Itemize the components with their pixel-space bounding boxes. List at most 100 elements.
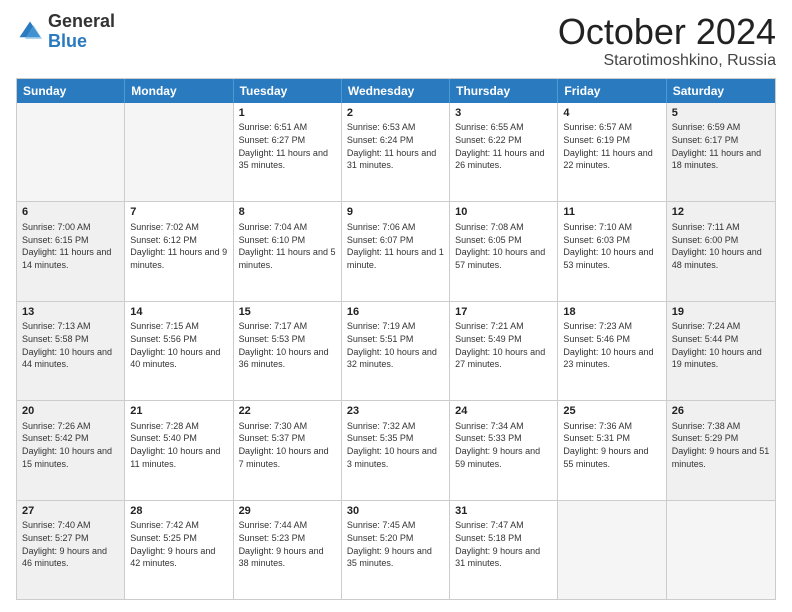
calendar-cell: 13Sunrise: 7:13 AM Sunset: 5:58 PM Dayli…	[17, 302, 125, 400]
logo-icon	[16, 18, 44, 46]
day-number: 12	[672, 205, 770, 220]
calendar-cell	[17, 103, 125, 201]
calendar-cell: 8Sunrise: 7:04 AM Sunset: 6:10 PM Daylig…	[234, 202, 342, 300]
weekday-header-sunday: Sunday	[17, 79, 125, 103]
day-info: Sunrise: 7:34 AM Sunset: 5:33 PM Dayligh…	[455, 420, 552, 470]
day-info: Sunrise: 7:13 AM Sunset: 5:58 PM Dayligh…	[22, 320, 119, 370]
day-info: Sunrise: 7:45 AM Sunset: 5:20 PM Dayligh…	[347, 519, 444, 569]
day-info: Sunrise: 7:28 AM Sunset: 5:40 PM Dayligh…	[130, 420, 227, 470]
calendar-cell: 30Sunrise: 7:45 AM Sunset: 5:20 PM Dayli…	[342, 501, 450, 599]
calendar-cell: 3Sunrise: 6:55 AM Sunset: 6:22 PM Daylig…	[450, 103, 558, 201]
day-number: 26	[672, 404, 770, 419]
calendar-header: SundayMondayTuesdayWednesdayThursdayFrid…	[17, 79, 775, 103]
day-info: Sunrise: 7:21 AM Sunset: 5:49 PM Dayligh…	[455, 320, 552, 370]
day-number: 30	[347, 504, 444, 519]
day-number: 14	[130, 305, 227, 320]
day-info: Sunrise: 7:47 AM Sunset: 5:18 PM Dayligh…	[455, 519, 552, 569]
day-info: Sunrise: 6:59 AM Sunset: 6:17 PM Dayligh…	[672, 121, 770, 171]
day-number: 10	[455, 205, 552, 220]
calendar-cell: 12Sunrise: 7:11 AM Sunset: 6:00 PM Dayli…	[667, 202, 775, 300]
day-info: Sunrise: 6:51 AM Sunset: 6:27 PM Dayligh…	[239, 121, 336, 171]
day-number: 11	[563, 205, 660, 220]
calendar-cell	[125, 103, 233, 201]
title-location: Starotimoshkino, Russia	[558, 52, 776, 70]
day-number: 22	[239, 404, 336, 419]
calendar-row-3: 13Sunrise: 7:13 AM Sunset: 5:58 PM Dayli…	[17, 301, 775, 400]
day-info: Sunrise: 7:26 AM Sunset: 5:42 PM Dayligh…	[22, 420, 119, 470]
logo-text: General Blue	[48, 12, 115, 52]
calendar-cell: 4Sunrise: 6:57 AM Sunset: 6:19 PM Daylig…	[558, 103, 666, 201]
calendar-cell	[667, 501, 775, 599]
calendar-cell: 28Sunrise: 7:42 AM Sunset: 5:25 PM Dayli…	[125, 501, 233, 599]
day-number: 18	[563, 305, 660, 320]
day-info: Sunrise: 7:02 AM Sunset: 6:12 PM Dayligh…	[130, 221, 227, 271]
title-month: October 2024	[558, 12, 776, 52]
calendar-cell: 29Sunrise: 7:44 AM Sunset: 5:23 PM Dayli…	[234, 501, 342, 599]
day-number: 1	[239, 106, 336, 121]
day-info: Sunrise: 7:42 AM Sunset: 5:25 PM Dayligh…	[130, 519, 227, 569]
day-number: 19	[672, 305, 770, 320]
calendar-cell: 6Sunrise: 7:00 AM Sunset: 6:15 PM Daylig…	[17, 202, 125, 300]
calendar-cell: 27Sunrise: 7:40 AM Sunset: 5:27 PM Dayli…	[17, 501, 125, 599]
calendar-cell: 24Sunrise: 7:34 AM Sunset: 5:33 PM Dayli…	[450, 401, 558, 499]
calendar-cell: 15Sunrise: 7:17 AM Sunset: 5:53 PM Dayli…	[234, 302, 342, 400]
day-number: 8	[239, 205, 336, 220]
day-number: 2	[347, 106, 444, 121]
calendar-cell: 21Sunrise: 7:28 AM Sunset: 5:40 PM Dayli…	[125, 401, 233, 499]
calendar-cell: 18Sunrise: 7:23 AM Sunset: 5:46 PM Dayli…	[558, 302, 666, 400]
day-info: Sunrise: 7:10 AM Sunset: 6:03 PM Dayligh…	[563, 221, 660, 271]
day-number: 23	[347, 404, 444, 419]
weekday-header-saturday: Saturday	[667, 79, 775, 103]
day-info: Sunrise: 7:17 AM Sunset: 5:53 PM Dayligh…	[239, 320, 336, 370]
day-info: Sunrise: 7:23 AM Sunset: 5:46 PM Dayligh…	[563, 320, 660, 370]
day-info: Sunrise: 7:32 AM Sunset: 5:35 PM Dayligh…	[347, 420, 444, 470]
weekday-header-tuesday: Tuesday	[234, 79, 342, 103]
calendar-body: 1Sunrise: 6:51 AM Sunset: 6:27 PM Daylig…	[17, 103, 775, 599]
calendar-cell: 2Sunrise: 6:53 AM Sunset: 6:24 PM Daylig…	[342, 103, 450, 201]
calendar-cell: 11Sunrise: 7:10 AM Sunset: 6:03 PM Dayli…	[558, 202, 666, 300]
calendar-cell: 1Sunrise: 6:51 AM Sunset: 6:27 PM Daylig…	[234, 103, 342, 201]
calendar-cell: 5Sunrise: 6:59 AM Sunset: 6:17 PM Daylig…	[667, 103, 775, 201]
day-info: Sunrise: 7:15 AM Sunset: 5:56 PM Dayligh…	[130, 320, 227, 370]
calendar-cell: 9Sunrise: 7:06 AM Sunset: 6:07 PM Daylig…	[342, 202, 450, 300]
day-number: 13	[22, 305, 119, 320]
weekday-header-wednesday: Wednesday	[342, 79, 450, 103]
header: General Blue October 2024 Starotimoshkin…	[16, 12, 776, 70]
day-info: Sunrise: 7:30 AM Sunset: 5:37 PM Dayligh…	[239, 420, 336, 470]
day-number: 15	[239, 305, 336, 320]
day-info: Sunrise: 7:08 AM Sunset: 6:05 PM Dayligh…	[455, 221, 552, 271]
calendar-cell: 16Sunrise: 7:19 AM Sunset: 5:51 PM Dayli…	[342, 302, 450, 400]
day-number: 20	[22, 404, 119, 419]
calendar-row-1: 1Sunrise: 6:51 AM Sunset: 6:27 PM Daylig…	[17, 103, 775, 201]
logo-general-text: General	[48, 12, 115, 32]
day-info: Sunrise: 7:24 AM Sunset: 5:44 PM Dayligh…	[672, 320, 770, 370]
day-number: 24	[455, 404, 552, 419]
page: General Blue October 2024 Starotimoshkin…	[0, 0, 792, 612]
day-info: Sunrise: 7:36 AM Sunset: 5:31 PM Dayligh…	[563, 420, 660, 470]
day-info: Sunrise: 7:44 AM Sunset: 5:23 PM Dayligh…	[239, 519, 336, 569]
calendar-cell	[558, 501, 666, 599]
calendar-cell: 7Sunrise: 7:02 AM Sunset: 6:12 PM Daylig…	[125, 202, 233, 300]
calendar-cell: 26Sunrise: 7:38 AM Sunset: 5:29 PM Dayli…	[667, 401, 775, 499]
day-number: 28	[130, 504, 227, 519]
day-info: Sunrise: 6:53 AM Sunset: 6:24 PM Dayligh…	[347, 121, 444, 171]
day-number: 4	[563, 106, 660, 121]
calendar-cell: 10Sunrise: 7:08 AM Sunset: 6:05 PM Dayli…	[450, 202, 558, 300]
day-info: Sunrise: 7:40 AM Sunset: 5:27 PM Dayligh…	[22, 519, 119, 569]
day-info: Sunrise: 7:06 AM Sunset: 6:07 PM Dayligh…	[347, 221, 444, 271]
calendar: SundayMondayTuesdayWednesdayThursdayFrid…	[16, 78, 776, 600]
calendar-cell: 17Sunrise: 7:21 AM Sunset: 5:49 PM Dayli…	[450, 302, 558, 400]
day-number: 7	[130, 205, 227, 220]
day-info: Sunrise: 6:55 AM Sunset: 6:22 PM Dayligh…	[455, 121, 552, 171]
day-number: 27	[22, 504, 119, 519]
day-number: 5	[672, 106, 770, 121]
day-number: 21	[130, 404, 227, 419]
day-number: 29	[239, 504, 336, 519]
calendar-row-2: 6Sunrise: 7:00 AM Sunset: 6:15 PM Daylig…	[17, 201, 775, 300]
calendar-cell: 23Sunrise: 7:32 AM Sunset: 5:35 PM Dayli…	[342, 401, 450, 499]
day-number: 16	[347, 305, 444, 320]
day-info: Sunrise: 7:19 AM Sunset: 5:51 PM Dayligh…	[347, 320, 444, 370]
logo-blue-text: Blue	[48, 32, 115, 52]
calendar-cell: 31Sunrise: 7:47 AM Sunset: 5:18 PM Dayli…	[450, 501, 558, 599]
calendar-row-5: 27Sunrise: 7:40 AM Sunset: 5:27 PM Dayli…	[17, 500, 775, 599]
